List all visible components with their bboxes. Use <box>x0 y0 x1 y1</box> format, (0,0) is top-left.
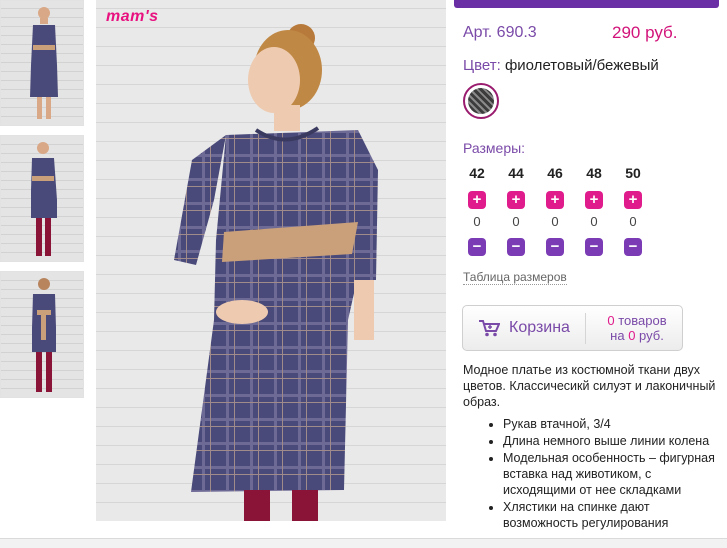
cart-count: 0 <box>607 313 615 328</box>
color-label: Цвет: <box>463 57 501 74</box>
size-value: 44 <box>508 165 524 181</box>
size-column: 42 + 0 − <box>466 165 488 256</box>
cart-sum-suffix: руб. <box>635 328 664 343</box>
decrease-button[interactable]: − <box>624 238 642 256</box>
cart-icon <box>479 320 500 337</box>
size-column: 50 + 0 − <box>622 165 644 256</box>
cart-label: Корзина <box>509 319 570 336</box>
feature-item: Хлястики на спинке дают возможность регу… <box>503 499 723 531</box>
description-intro: Модное платье из костюмной ткани двух цв… <box>463 363 716 409</box>
sizes-label: Размеры: <box>463 140 526 156</box>
product-description: Модное платье из костюмной ткани двух цв… <box>463 362 723 532</box>
cart-sum-line: на 0 руб. <box>593 328 681 343</box>
size-quantity: 0 <box>629 214 637 229</box>
cart-sum-prefix: на <box>610 328 629 343</box>
brand-logo: mam's <box>106 8 159 25</box>
cart-divider <box>585 313 586 344</box>
thumbnail-figure <box>30 7 58 119</box>
feature-list: Рукав втачной, 3/4 Длина немного выше ли… <box>463 416 723 531</box>
color-value: фиолетовый/бежевый <box>504 57 659 74</box>
size-value: 50 <box>625 165 641 181</box>
size-quantity: 0 <box>590 214 598 229</box>
color-swatch[interactable] <box>463 83 499 119</box>
thumbnail-figure <box>31 142 57 256</box>
size-column: 44 + 0 − <box>505 165 527 256</box>
model-illustration <box>174 24 378 521</box>
thumbnail-2[interactable] <box>0 135 84 262</box>
decrease-button[interactable]: − <box>468 238 486 256</box>
size-value: 48 <box>586 165 602 181</box>
size-quantity: 0 <box>473 214 481 229</box>
size-table-link[interactable]: Таблица размеров <box>463 270 567 285</box>
cart-summary: 0 товаров на 0 руб. <box>593 313 681 343</box>
increase-button[interactable]: + <box>468 191 486 209</box>
increase-button[interactable]: + <box>546 191 564 209</box>
top-accent-bar <box>454 0 719 8</box>
product-price: 290 руб. <box>612 23 678 42</box>
thumbnail-1[interactable] <box>0 0 84 126</box>
increase-button[interactable]: + <box>624 191 642 209</box>
plaid-swatch-icon <box>468 88 494 114</box>
increase-button[interactable]: + <box>585 191 603 209</box>
cart-count-text: товаров <box>614 313 667 328</box>
decrease-button[interactable]: − <box>546 238 564 256</box>
size-value: 46 <box>547 165 563 181</box>
size-quantity: 0 <box>551 214 559 229</box>
cart-count-line: 0 товаров <box>593 313 681 328</box>
feature-item: Рукав втачной, 3/4 <box>503 416 723 432</box>
decrease-button[interactable]: − <box>507 238 525 256</box>
thumbnail-figure <box>32 278 56 392</box>
article-number: Арт. 690.3 <box>463 24 537 41</box>
size-value: 42 <box>469 165 485 181</box>
decrease-button[interactable]: − <box>585 238 603 256</box>
cart-button[interactable]: Корзина 0 товаров на 0 руб. <box>462 305 683 351</box>
increase-button[interactable]: + <box>507 191 525 209</box>
feature-item: Модельная особенность – фигурная вставка… <box>503 450 723 498</box>
feature-item: Длина немного выше линии колена <box>503 433 723 449</box>
size-column: 48 + 0 − <box>583 165 605 256</box>
main-product-photo[interactable] <box>96 0 446 521</box>
size-quantity: 0 <box>512 214 520 229</box>
color-row: Цвет: фиолетовый/бежевый <box>463 57 659 74</box>
thumbnail-3[interactable] <box>0 271 84 398</box>
size-column: 46 + 0 − <box>544 165 566 256</box>
